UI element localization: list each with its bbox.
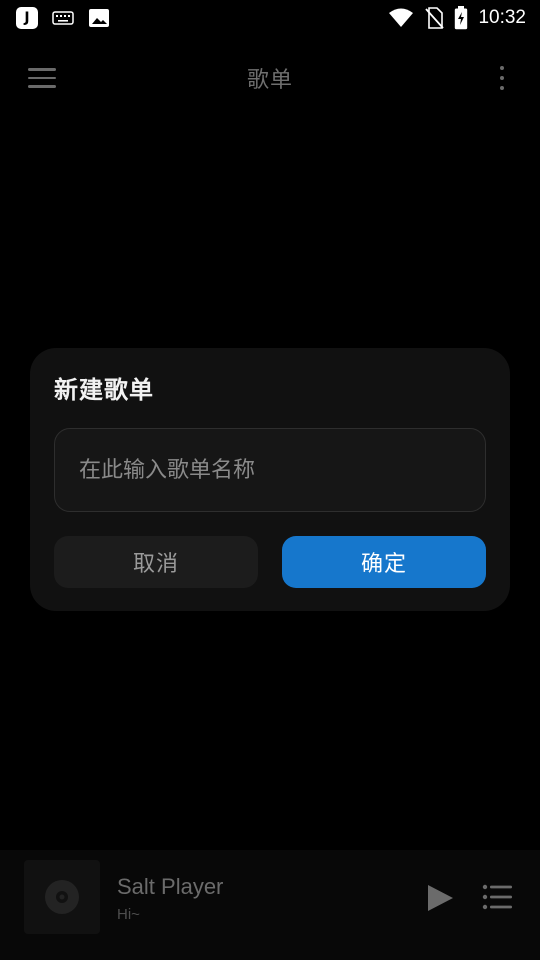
image-icon: [89, 9, 109, 27]
wifi-icon: [389, 8, 414, 27]
status-right: 10:32: [388, 6, 526, 30]
mini-player[interactable]: Salt Player Hi~: [0, 850, 540, 960]
more-vertical-icon[interactable]: [496, 66, 508, 90]
top-app-bar: 歌单: [0, 50, 540, 106]
play-icon[interactable]: [424, 882, 456, 914]
confirm-button[interactable]: 确定: [282, 536, 486, 588]
battery-charging-icon: [455, 6, 468, 30]
dialog-title: 新建歌单: [54, 376, 154, 404]
new-playlist-dialog: 新建歌单 取消 确定: [30, 348, 510, 611]
track-title: Salt Player: [117, 874, 224, 899]
status-left: J: [16, 7, 110, 29]
no-sim-icon: [425, 7, 445, 29]
status-bar: J 10:32: [0, 0, 540, 36]
page-title: 歌单: [246, 68, 293, 93]
track-subtitle: Hi~: [117, 906, 140, 923]
cancel-button[interactable]: 取消: [54, 536, 258, 588]
menu-icon[interactable]: [24, 64, 60, 92]
album-disc-icon: [45, 880, 79, 914]
playlist-name-input[interactable]: [54, 428, 486, 512]
queue-list-icon[interactable]: [482, 883, 514, 911]
screen: J 10:32 歌单 新建歌单 在此输入歌单名称 取消 确定 Salt Play…: [0, 0, 540, 960]
app-notification-icon: J: [16, 7, 38, 29]
keyboard-icon: [52, 11, 74, 25]
album-cover[interactable]: [24, 860, 100, 934]
status-time: 10:32: [478, 7, 526, 28]
